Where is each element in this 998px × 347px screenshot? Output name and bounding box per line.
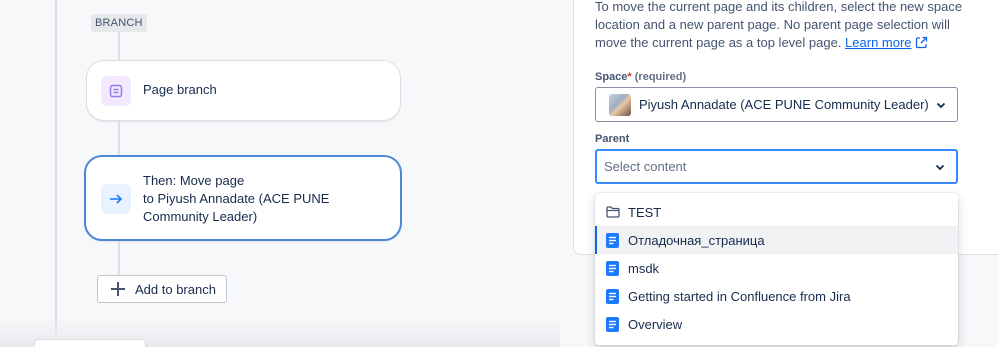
- external-link-icon: [915, 36, 927, 49]
- arrow-right-icon: [101, 184, 131, 214]
- dropdown-option-label: msdk: [628, 260, 660, 276]
- dropdown-option-label: Отладочная_страница: [628, 232, 765, 248]
- move-page-line2: to Piyush Annadate (ACE PUNE: [143, 191, 330, 206]
- space-field-label: Space* (required): [595, 70, 686, 84]
- move-description: To move the current page and its childre…: [595, 0, 975, 52]
- branch-tag: BRANCH: [91, 14, 147, 32]
- folder-icon: [606, 204, 620, 220]
- learn-more-link[interactable]: Learn more: [845, 35, 911, 50]
- dropdown-option[interactable]: Getting started in Confluence from Jira: [595, 282, 958, 310]
- page-icon: [606, 232, 620, 248]
- chevron-down-icon: [935, 164, 945, 171]
- parent-field-label: Parent: [595, 133, 630, 145]
- dropdown-option-label: TEST: [628, 204, 662, 220]
- add-to-branch-label: Add to branch: [135, 281, 216, 297]
- dropdown-option[interactable]: Overview: [595, 310, 958, 338]
- move-page-node[interactable]: Then: Move page to Piyush Annadate (ACE …: [84, 155, 402, 241]
- required-mark: *: [627, 71, 632, 83]
- space-label: Space: [595, 71, 628, 83]
- move-page-line3: Community Leader): [143, 209, 258, 224]
- dropdown-option[interactable]: TEST: [595, 198, 958, 226]
- plus-icon: [111, 282, 125, 296]
- move-page-description: Then: Move page to Piyush Annadate (ACE …: [143, 172, 363, 226]
- parent-select-placeholder: Select content: [604, 159, 687, 174]
- page-branch-node[interactable]: Page branch: [86, 60, 401, 121]
- parent-select[interactable]: Select content: [595, 149, 958, 184]
- space-avatar: [609, 94, 631, 116]
- dropdown-option[interactable]: Отладочная_страница: [595, 226, 958, 254]
- page-icon: [606, 316, 620, 332]
- canvas-rail: [55, 0, 57, 347]
- move-page-line1: Then: Move page: [143, 173, 245, 188]
- page-branch-icon: [101, 76, 131, 106]
- bottom-tab: [34, 339, 146, 347]
- space-select-value: Piyush Annadate (ACE PUNE Community Lead…: [639, 97, 929, 112]
- dropdown-option-label: Overview: [628, 316, 683, 332]
- chevron-down-icon: [936, 102, 946, 109]
- dropdown-option[interactable]: msdk: [595, 254, 958, 282]
- page-branch-label: Page branch: [143, 82, 217, 97]
- space-select[interactable]: Piyush Annadate (ACE PUNE Community Lead…: [595, 87, 958, 122]
- page-icon: [606, 288, 620, 304]
- page-icon: [606, 260, 620, 276]
- dropdown-option-label: Getting started in Confluence from Jira: [628, 288, 851, 304]
- automation-canvas: BRANCH Page branch Then: Move page to Pi…: [0, 0, 560, 347]
- add-to-branch-button[interactable]: Add to branch: [97, 275, 227, 303]
- required-hint: (required): [634, 71, 687, 83]
- parent-dropdown-menu: TEST Отладочная_страница msdk Getting st…: [595, 193, 958, 345]
